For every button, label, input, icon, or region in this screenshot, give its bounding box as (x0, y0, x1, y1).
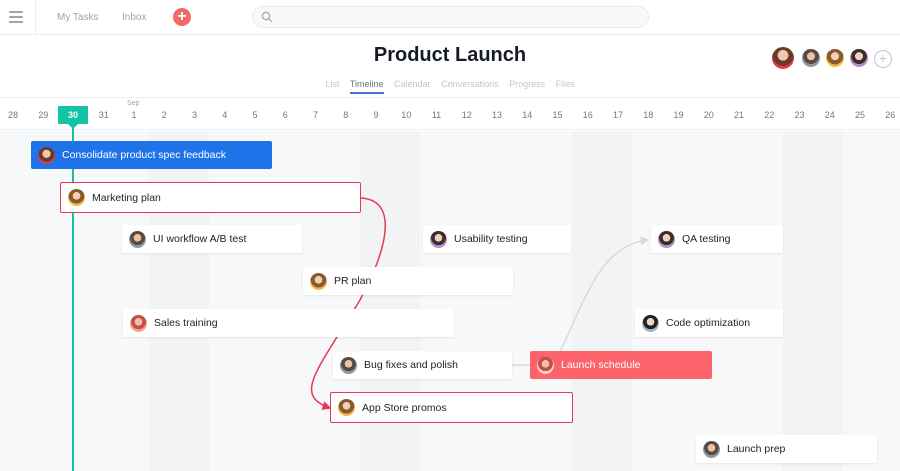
day-label: 10 (401, 110, 412, 120)
divider (35, 0, 36, 35)
task-name: PR plan (334, 275, 372, 287)
project-members: + (770, 45, 892, 71)
task-bar[interactable]: UI workflow A/B test (122, 225, 302, 253)
day-label: 22 (764, 110, 775, 120)
day-label: 2 (161, 110, 167, 120)
day-label: 21 (733, 110, 744, 120)
tab-conversations[interactable]: Conversations (441, 79, 499, 92)
day-label: 4 (222, 110, 228, 120)
task-bar[interactable]: QA testing (651, 225, 783, 253)
hamburger-icon[interactable] (9, 11, 23, 23)
day-label: 6 (282, 110, 288, 120)
project-tabs: List Timeline Calendar Conversations Pro… (0, 79, 900, 94)
task-name: App Store promos (362, 401, 447, 414)
day-label: 23 (794, 110, 805, 120)
day-label: 7 (312, 110, 318, 120)
page-title: Product Launch (373, 44, 527, 66)
day-label: 13 (491, 110, 502, 120)
task-name: Code optimization (666, 317, 751, 329)
day-label: 5 (252, 110, 258, 120)
nav-my-tasks[interactable]: My Tasks (57, 12, 99, 23)
day-label: 17 (612, 110, 623, 120)
day-label: 19 (673, 110, 684, 120)
assignee-avatar (310, 272, 327, 290)
task-bar[interactable]: Launch prep (696, 435, 877, 463)
day-label: 28 (7, 110, 18, 120)
task-name: Marketing plan (92, 191, 161, 204)
task-name: Usability testing (454, 233, 528, 245)
day-label: 8 (343, 110, 349, 120)
task-bar[interactable]: Sales training (123, 309, 454, 337)
assignee-avatar (38, 146, 55, 164)
assignee-avatar (338, 399, 355, 416)
assignee-avatar (340, 356, 357, 374)
day-label: 18 (643, 110, 654, 120)
task-bar[interactable]: App Store promos (330, 392, 573, 423)
day-label: 25 (854, 110, 865, 120)
date-axis: Sep 28 29 31 1 2 3 4 5 6 7 8 9 10 11 12 13 14 15 16 17 18 19 2… (0, 97, 900, 130)
task-name: Consolidate product spec feedback (62, 149, 227, 161)
month-label: Sep (127, 100, 140, 107)
task-bar[interactable]: Consolidate product spec feedback (31, 141, 272, 169)
day-label: 9 (373, 110, 379, 120)
day-label: 15 (552, 110, 563, 120)
task-name: Sales training (154, 317, 218, 329)
add-member-button[interactable]: + (874, 50, 892, 68)
search-input[interactable] (252, 6, 649, 28)
day-label: 3 (191, 110, 197, 120)
assignee-avatar (658, 230, 675, 248)
day-label: 31 (98, 110, 109, 120)
day-label: 11 (431, 110, 442, 120)
tab-progress[interactable]: Progress (509, 79, 545, 92)
day-label: 1 (131, 110, 137, 120)
day-label: 26 (885, 110, 896, 120)
task-name: UI workflow A/B test (153, 233, 247, 245)
task-name: QA testing (682, 233, 731, 245)
task-bar[interactable]: Launch schedule (530, 351, 712, 379)
assignee-avatar (130, 314, 147, 332)
task-name: Bug fixes and polish (364, 359, 458, 371)
task-bar[interactable]: PR plan (303, 267, 513, 295)
tab-files[interactable]: Files (556, 79, 575, 92)
weekend-band (572, 131, 632, 471)
task-name: Launch schedule (561, 359, 641, 371)
assignee-avatar (703, 440, 720, 458)
task-bar[interactable]: Code optimization (635, 309, 783, 337)
nav-inbox[interactable]: Inbox (122, 12, 146, 23)
task-name: Launch prep (727, 443, 786, 455)
search-icon (261, 11, 273, 23)
day-label: 12 (461, 110, 472, 120)
member-avatar[interactable] (824, 47, 846, 69)
top-bar: My Tasks Inbox + (0, 0, 900, 35)
day-label: 24 (824, 110, 835, 120)
assignee-avatar (430, 230, 447, 248)
today-marker[interactable]: 30 (58, 106, 88, 129)
quick-add-button[interactable]: + (173, 8, 191, 26)
task-bar[interactable]: Usability testing (423, 225, 571, 253)
member-avatar[interactable] (800, 47, 822, 69)
task-bar[interactable]: Marketing plan (60, 182, 361, 213)
assignee-avatar (68, 189, 85, 206)
assignee-avatar (642, 314, 659, 332)
assignee-avatar (537, 356, 554, 374)
tab-list[interactable]: List (325, 79, 339, 92)
day-label: 14 (522, 110, 533, 120)
member-avatar[interactable] (770, 45, 796, 71)
day-label: 16 (582, 110, 593, 120)
weekend-band (783, 131, 843, 471)
task-bar[interactable]: Bug fixes and polish (333, 351, 512, 379)
assignee-avatar (129, 230, 146, 248)
tab-timeline[interactable]: Timeline (349, 79, 384, 94)
day-label: 20 (703, 110, 714, 120)
today-line (72, 125, 74, 471)
day-label: 29 (38, 110, 49, 120)
tab-calendar[interactable]: Calendar (394, 79, 431, 92)
member-avatar[interactable] (848, 47, 870, 69)
